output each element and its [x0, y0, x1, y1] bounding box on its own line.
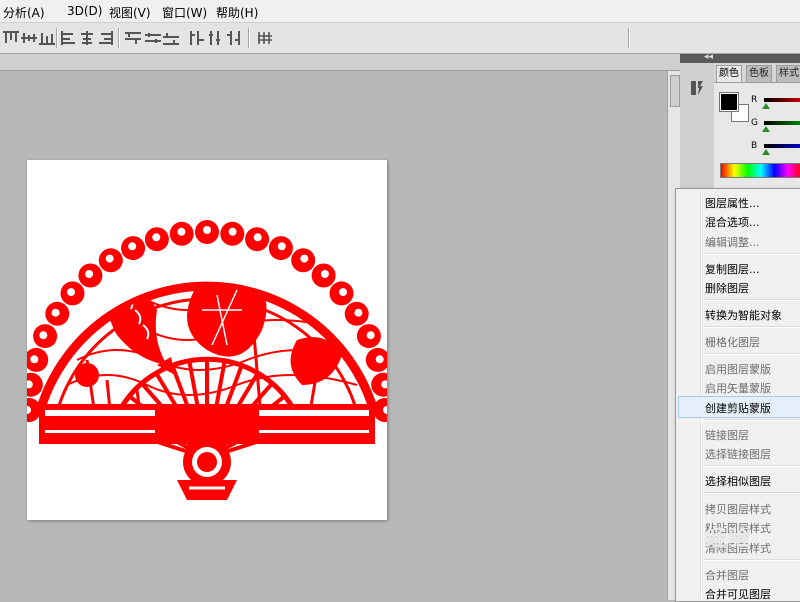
toolbar-divider	[56, 28, 58, 48]
scallop-hole	[177, 227, 186, 236]
menu-window[interactable]: 窗口(W)	[162, 4, 207, 21]
foreground-color-swatch[interactable]	[719, 92, 739, 112]
align-horizontal-centers-icon[interactable]	[78, 30, 96, 46]
menu-item-layer-properties[interactable]: 图层属性...	[705, 195, 760, 211]
menu-3d[interactable]: 3D(D)	[67, 4, 102, 18]
distribute-left-icon[interactable]	[188, 30, 206, 46]
menu-bar: 分析(A) 3D(D) 视图(V) 窗口(W) 帮助(H)	[0, 0, 800, 23]
channel-r-label: R	[751, 95, 758, 105]
scallop-hole	[203, 226, 211, 234]
distribute-vertical-centers-icon[interactable]	[144, 30, 162, 46]
menu-separator	[704, 492, 800, 494]
distribute-bottom-icon[interactable]	[162, 30, 180, 46]
distribute-horizontal-centers-icon[interactable]	[206, 30, 224, 46]
menu-separator	[704, 353, 800, 355]
scrollbar-thumb[interactable]	[670, 75, 680, 107]
channel-r-slider[interactable]	[764, 98, 800, 102]
color-panel: 颜色 色板 样式 R G B	[714, 63, 800, 194]
menu-item-convert-to-smart-object[interactable]: 转换为智能对象	[705, 307, 782, 323]
scallop-hole	[339, 288, 347, 297]
channel-b-label: B	[751, 141, 758, 151]
align-vertical-centers-icon[interactable]	[20, 30, 38, 46]
menu-view[interactable]: 视图(V)	[109, 4, 151, 21]
scallop-hole	[277, 242, 286, 251]
align-top-edges-icon[interactable]	[2, 30, 20, 46]
distribute-right-icon[interactable]	[224, 30, 242, 46]
dock-collapse-button[interactable]: ◂◂	[680, 52, 800, 63]
scallop-hole	[366, 331, 375, 340]
scallop-hole	[51, 308, 60, 317]
menu-item-merge-layers[interactable]: 合并图层	[705, 567, 749, 583]
menu-help[interactable]: 帮助(H)	[216, 4, 258, 21]
align-left-edges-icon[interactable]	[60, 30, 78, 46]
scallop-hole	[300, 254, 309, 263]
menu-separator	[704, 253, 800, 255]
align-bottom-edges-icon[interactable]	[38, 30, 56, 46]
menu-separator	[704, 326, 800, 328]
auto-align-layers-icon[interactable]	[256, 30, 274, 46]
menu-item-enable-layer-mask[interactable]: 启用图层蒙版	[705, 361, 771, 377]
color-spectrum-bar[interactable]	[720, 163, 800, 178]
menu-analysis[interactable]: 分析(A)	[3, 4, 45, 21]
toolbar-divider	[118, 28, 120, 48]
menu-item-select-similar-layers[interactable]: 选择相似图层	[705, 473, 771, 489]
menu-item-copy-layer-style[interactable]: 拷贝图层样式	[705, 501, 771, 517]
menu-separator	[704, 419, 800, 421]
channel-g-label: G	[751, 118, 758, 128]
menu-item-edit-adjustment[interactable]: 编辑调整...	[705, 234, 760, 250]
toolbar-divider	[628, 28, 630, 48]
distribute-top-icon[interactable]	[124, 30, 142, 46]
align-right-edges-icon[interactable]	[96, 30, 114, 46]
watermark: 经验	[705, 526, 751, 550]
channel-b-handle[interactable]	[762, 149, 770, 155]
channel-r-handle[interactable]	[762, 103, 770, 109]
paper-cut-fan-image	[27, 220, 387, 500]
menu-item-rasterize-layer[interactable]: 栅格化图层	[705, 334, 760, 350]
menu-item-delete-layer[interactable]: 删除图层	[705, 280, 749, 296]
scallop-hole	[105, 254, 114, 263]
options-bar	[0, 23, 800, 54]
scallop-hole	[85, 270, 94, 278]
scallop-hole	[375, 355, 384, 364]
collapse-arrows-icon[interactable]: ◂◂	[704, 52, 713, 62]
toolbar-divider	[248, 28, 250, 48]
scallop-hole	[354, 308, 363, 317]
scallop-hole	[152, 233, 161, 242]
color-panel-body: R G B	[714, 82, 800, 194]
menu-separator	[704, 559, 800, 561]
scallop-hole	[320, 270, 329, 278]
document-canvas[interactable]	[27, 160, 387, 520]
menu-gutter	[700, 191, 702, 599]
channel-g-slider[interactable]	[764, 121, 800, 125]
history-icon[interactable]	[686, 77, 708, 99]
scallop-hole	[228, 227, 237, 236]
menu-separator	[704, 465, 800, 467]
scallop-hole	[128, 242, 137, 251]
scallop-hole	[30, 355, 39, 364]
menu-item-blending-options[interactable]: 混合选项...	[705, 214, 760, 230]
scallop-hole	[253, 233, 262, 242]
menu-item-enable-vector-mask[interactable]: 启用矢量蒙版	[705, 380, 771, 396]
channel-g-handle[interactable]	[762, 126, 770, 132]
menu-item-create-clipping-mask[interactable]: 创建剪贴蒙版	[705, 400, 771, 416]
document-tab-strip	[0, 54, 680, 71]
menu-item-select-linked-layers[interactable]: 选择链接图层	[705, 446, 771, 462]
channel-b-slider[interactable]	[764, 144, 800, 148]
menu-item-link-layers[interactable]: 链接图层	[705, 427, 749, 443]
tab-styles[interactable]: 样式	[776, 65, 800, 83]
tab-swatches[interactable]: 色板	[746, 65, 772, 83]
menu-item-duplicate-layer[interactable]: 复制图层...	[705, 261, 760, 277]
scallop-hole	[39, 331, 48, 340]
menu-separator	[704, 299, 800, 301]
scallop-hole	[67, 288, 75, 297]
tab-color[interactable]: 颜色	[716, 65, 742, 82]
